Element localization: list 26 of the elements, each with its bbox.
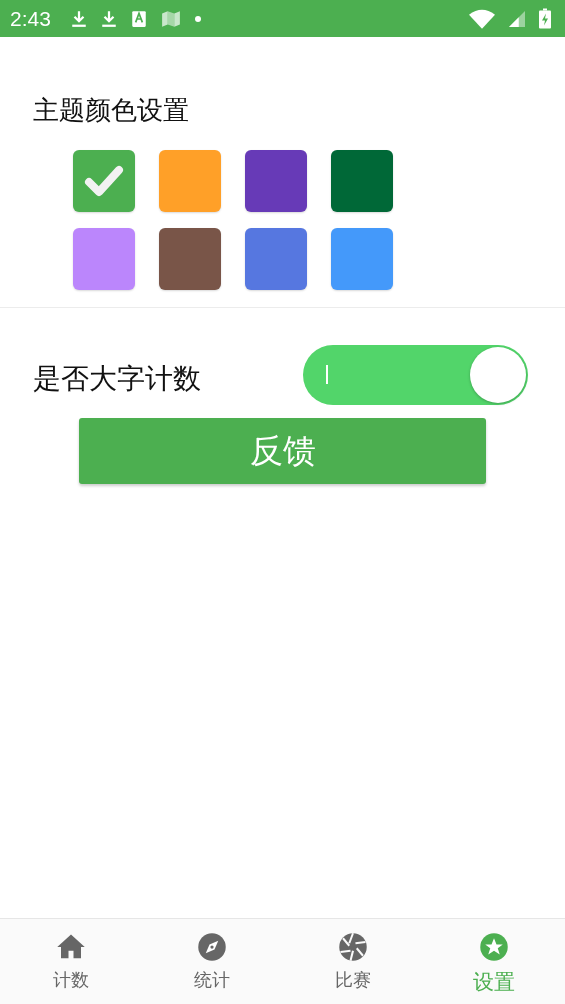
- color-swatch[interactable]: [159, 228, 221, 290]
- color-swatch[interactable]: [245, 228, 307, 290]
- color-swatch[interactable]: [245, 150, 307, 212]
- download-icon: [100, 9, 117, 28]
- signal-icon: [509, 9, 525, 28]
- nav-tab[interactable]: 计数: [0, 919, 142, 1004]
- battery-icon: [539, 8, 551, 29]
- color-swatch[interactable]: [331, 228, 393, 290]
- setting-label: 是否大字计数: [33, 361, 201, 397]
- document-icon: [130, 9, 147, 28]
- nav-tab[interactable]: 比赛: [282, 919, 424, 1004]
- clock-time: 2:43: [10, 6, 51, 31]
- color-swatch[interactable]: [159, 150, 221, 212]
- color-swatch[interactable]: [331, 150, 393, 212]
- compass-icon: [196, 932, 227, 962]
- dot-icon: [194, 15, 201, 22]
- download-icon: [70, 9, 87, 28]
- wifi-icon: [469, 8, 495, 29]
- nav-tab[interactable]: 统计: [141, 919, 283, 1004]
- color-swatch[interactable]: [73, 150, 135, 212]
- color-swatch[interactable]: [73, 228, 135, 290]
- map-icon: [160, 9, 181, 28]
- checkmark-icon: [84, 164, 124, 198]
- toggle-switch[interactable]: [303, 345, 528, 405]
- section-title: 主题颜色设置: [33, 94, 190, 127]
- aperture-icon: [338, 932, 369, 962]
